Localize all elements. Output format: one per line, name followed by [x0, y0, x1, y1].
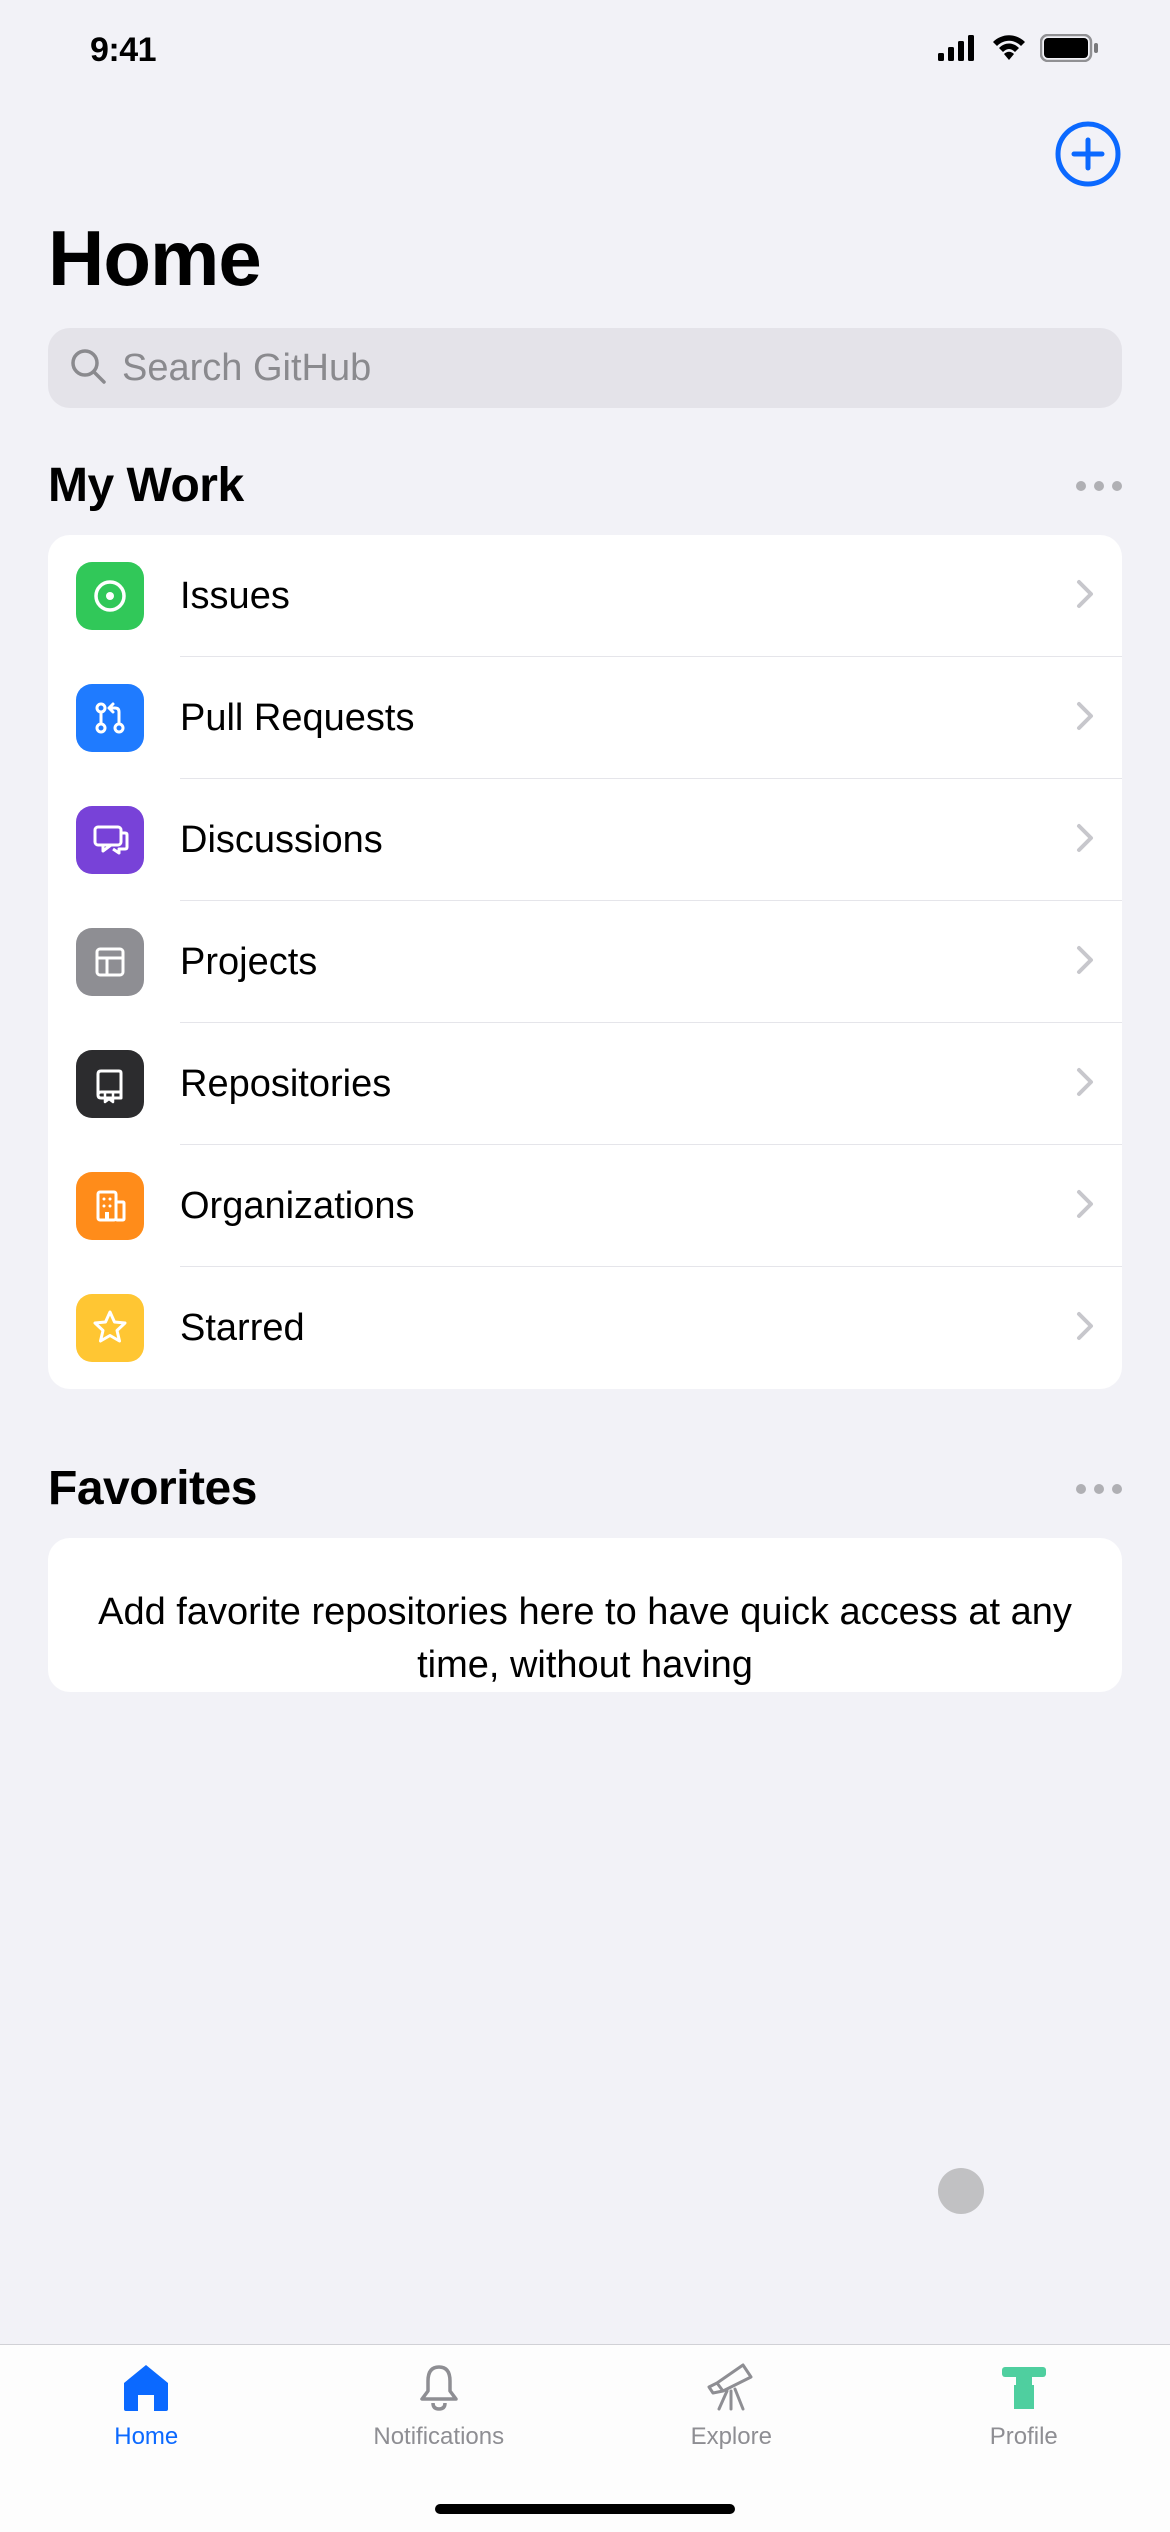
add-button[interactable] [1054, 120, 1122, 193]
status-icons [938, 34, 1100, 67]
wifi-icon [990, 34, 1028, 67]
chevron-right-icon [1076, 701, 1094, 736]
tab-label: Notifications [373, 2423, 504, 2451]
page-title: Home [0, 193, 1170, 328]
chevron-right-icon [1076, 579, 1094, 614]
home-indicator[interactable] [435, 2504, 735, 2514]
row-label: Starred [180, 1307, 1076, 1350]
row-label: Repositories [180, 1063, 1076, 1106]
telescope-icon [703, 2361, 759, 2413]
tab-label: Profile [990, 2423, 1058, 2451]
tab-profile[interactable]: Profile [878, 2361, 1170, 2532]
my-work-item-pull-requests[interactable]: Pull Requests [48, 657, 1122, 779]
star-icon [76, 1294, 144, 1362]
chevron-right-icon [1076, 1067, 1094, 1102]
row-label: Issues [180, 575, 1076, 618]
my-work-header: My Work [0, 458, 1170, 535]
tab-label: Home [114, 2423, 178, 2451]
overlay-dot [938, 2168, 984, 2214]
search-bar[interactable] [48, 328, 1122, 408]
cellular-icon [938, 35, 978, 66]
status-time: 9:41 [90, 31, 156, 70]
my-work-title: My Work [48, 458, 244, 513]
my-work-item-starred[interactable]: Starred [48, 1267, 1122, 1389]
my-work-item-issues[interactable]: Issues [48, 535, 1122, 657]
chevron-right-icon [1076, 823, 1094, 858]
tab-label: Explore [691, 2423, 772, 2451]
home-icon [118, 2361, 174, 2413]
repo-icon [76, 1050, 144, 1118]
favorites-header: Favorites [0, 1461, 1170, 1538]
chevron-right-icon [1076, 945, 1094, 980]
chevron-right-icon [1076, 1311, 1094, 1346]
top-nav [0, 100, 1170, 193]
battery-icon [1040, 34, 1100, 67]
project-icon [76, 928, 144, 996]
chevron-right-icon [1076, 1189, 1094, 1224]
my-work-card: Issues Pull Requests Discussions Project… [48, 535, 1122, 1389]
search-input[interactable] [122, 347, 1102, 390]
my-work-more-button[interactable] [1076, 481, 1122, 491]
my-work-item-organizations[interactable]: Organizations [48, 1145, 1122, 1267]
bell-icon [414, 2361, 464, 2413]
tab-home[interactable]: Home [0, 2361, 293, 2532]
row-label: Organizations [180, 1185, 1076, 1228]
favorites-more-button[interactable] [1076, 1484, 1122, 1494]
organization-icon [76, 1172, 144, 1240]
favorites-title: Favorites [48, 1461, 257, 1516]
my-work-item-repositories[interactable]: Repositories [48, 1023, 1122, 1145]
my-work-item-projects[interactable]: Projects [48, 901, 1122, 1023]
status-bar: 9:41 [0, 0, 1170, 100]
profile-icon [996, 2361, 1052, 2413]
pull-request-icon [76, 684, 144, 752]
search-icon [68, 346, 108, 391]
row-label: Discussions [180, 819, 1076, 862]
row-label: Pull Requests [180, 697, 1076, 740]
my-work-item-discussions[interactable]: Discussions [48, 779, 1122, 901]
row-label: Projects [180, 941, 1076, 984]
favorites-empty-text: Add favorite repositories here to have q… [88, 1586, 1082, 1692]
search-wrapper [0, 328, 1170, 458]
favorites-card: Add favorite repositories here to have q… [48, 1538, 1122, 1692]
discussion-icon [76, 806, 144, 874]
issue-icon [76, 562, 144, 630]
